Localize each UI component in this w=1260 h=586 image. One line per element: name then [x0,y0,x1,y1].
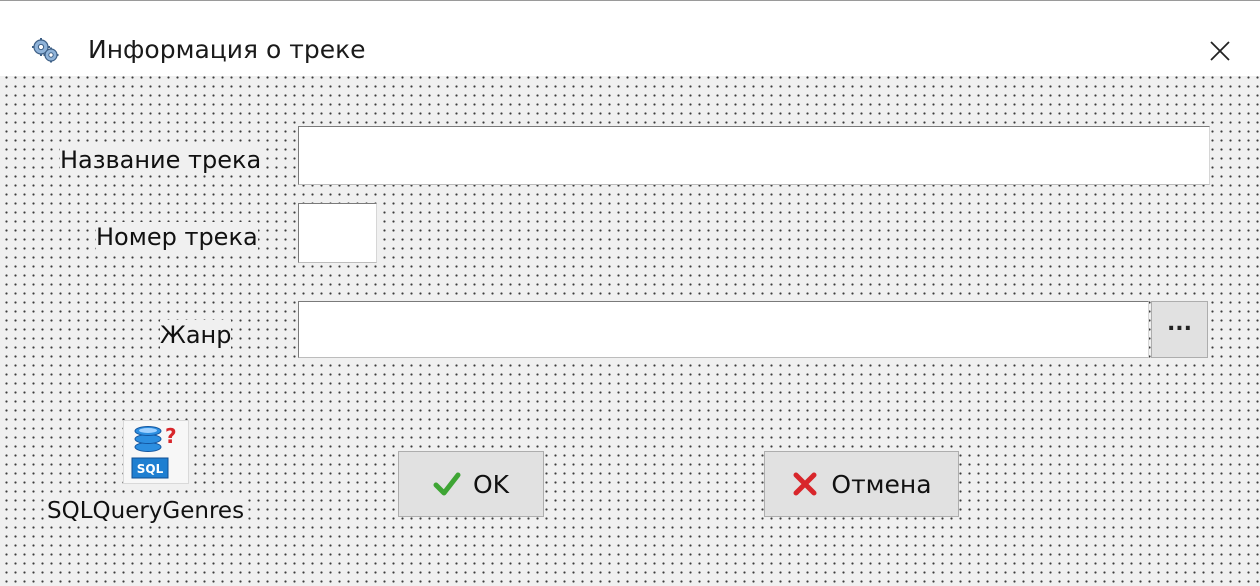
cancel-button-label: Отмена [831,469,932,499]
cancel-button[interactable]: Отмена [764,451,959,517]
sql-query-icon: ? SQL [131,424,177,479]
genre-label: Жанр [160,320,232,350]
window-title: Информация о треке [88,35,366,64]
sql-badge: ? [165,424,177,448]
gears-icon [30,35,60,65]
track-info-dialog: Информация о треке Название трека Номер … [0,0,1260,586]
sql-query-genres-caption: SQLQueryGenres [47,496,245,526]
cross-icon [791,470,819,498]
ok-button-label: OK [472,469,510,499]
ok-button[interactable]: OK [398,451,544,517]
track-name-input[interactable] [298,126,1210,185]
genre-input[interactable] [298,301,1149,358]
close-button[interactable] [1198,30,1240,72]
track-number-input[interactable] [298,203,377,263]
sql-query-genres-component[interactable]: ? SQL [123,420,189,484]
track-number-label: Номер трека [96,222,258,252]
title-bar[interactable]: Информация о треке [0,2,1260,76]
genre-browse-button[interactable]: ... [1151,301,1208,358]
close-icon [1210,41,1230,61]
track-name-label: Название трека [60,145,262,175]
dialog-client-area: Название трека Номер трека Жанр ... ? SQ… [0,76,1260,586]
checkmark-icon [433,470,461,498]
sql-icon-text: SQL [137,462,164,476]
